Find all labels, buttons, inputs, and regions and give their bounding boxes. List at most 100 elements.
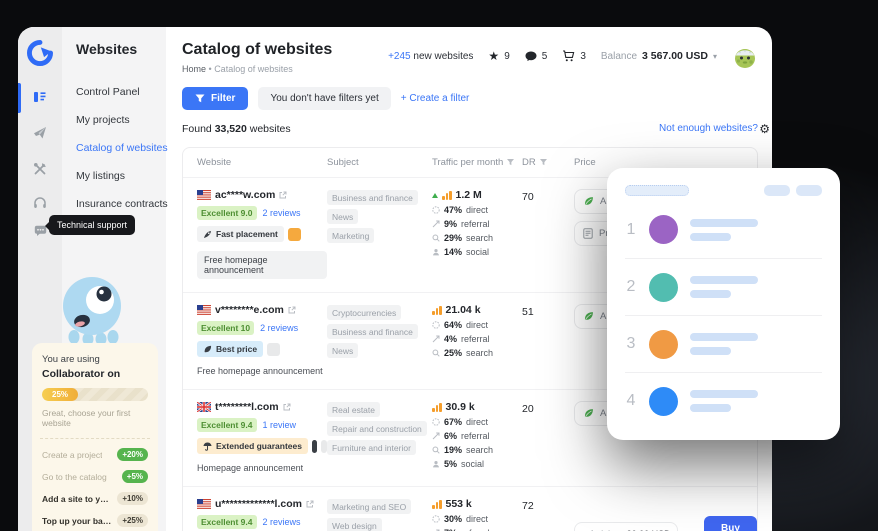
subject-tag: Cryptocurrencies: [327, 305, 402, 320]
control-panel-icon[interactable]: [28, 85, 52, 109]
dr-cell: 51: [522, 306, 534, 318]
reviews-link[interactable]: 2 reviews: [263, 517, 301, 527]
checklist-item[interactable]: Top up your balance in … +25%: [42, 514, 148, 527]
balance-label: Balance: [600, 50, 638, 62]
checklist-label: Create a project: [42, 449, 103, 460]
messages-counter[interactable]: 5: [525, 50, 548, 62]
reviews-link[interactable]: 2 reviews: [263, 208, 301, 218]
reviews-link[interactable]: 1 review: [263, 420, 297, 430]
search-traffic-icon: [432, 446, 440, 454]
feature-badge: Best price: [197, 341, 264, 357]
checklist-item[interactable]: Go to the catalog +5%: [42, 470, 148, 483]
traffic-stat: 9% referral: [432, 219, 522, 229]
subject-cell: Marketing and SEOWeb designInternet: [327, 498, 432, 531]
col-subject[interactable]: Subject: [327, 157, 432, 168]
announcement: Homepage announcement: [197, 463, 304, 473]
overlay-step: 2: [625, 258, 822, 315]
balance-dropdown[interactable]: Balance 3 567.00 USD ▾: [601, 50, 717, 62]
step-number: 2: [626, 278, 636, 295]
traffic-stat: 5% social: [432, 459, 522, 469]
reviews-link[interactable]: 2 reviews: [260, 323, 298, 333]
article-button[interactable]: Article+20.00 USD: [574, 521, 678, 531]
bar-chart-icon: [442, 190, 452, 200]
results-bar: Found 33,520 websites Not enough website…: [182, 123, 770, 137]
gear-icon[interactable]: ⚙: [759, 123, 770, 135]
breadcrumb-home[interactable]: Home: [182, 64, 206, 74]
external-link-icon: [279, 191, 287, 199]
dr-cell: 72: [522, 500, 534, 512]
col-price[interactable]: Price: [574, 157, 757, 168]
found-text: Found 33,520 websites: [182, 123, 291, 135]
best-price-icon: [204, 345, 212, 352]
step-color-dot: [649, 272, 678, 302]
sidebar-item-control-panel[interactable]: Control Panel: [76, 86, 160, 98]
step-skeleton-bars: [690, 276, 758, 298]
overlay-header: [625, 185, 822, 196]
cart-counter[interactable]: 3: [562, 50, 586, 62]
col-traffic[interactable]: Traffic per month: [432, 157, 522, 168]
traffic-cell: 1.2 M 47% direct 9% referral 29% search 14% soc…: [432, 189, 522, 279]
collaborator-logo[interactable]: [27, 40, 53, 66]
sidebar-item-catalog-of-websites[interactable]: Catalog of websites: [76, 142, 168, 154]
sidebar-item-my-projects[interactable]: My projects: [76, 114, 160, 126]
filter-button[interactable]: Filter: [182, 87, 249, 110]
overlay-step: 4: [625, 372, 822, 429]
col-website[interactable]: Website: [197, 157, 327, 168]
announcement: Free homepage announcement: [197, 251, 327, 279]
search-traffic-icon: [432, 234, 440, 242]
buy-now-button[interactable]: Buy now: [704, 516, 757, 531]
traffic-cell: 30.9 k 67% direct 6% referral 19% search 5% soc…: [432, 401, 522, 473]
col-dr[interactable]: DR: [522, 157, 574, 168]
sidebar-item-insurance-contracts[interactable]: Insurance contracts: [76, 198, 168, 210]
subject-tag: News: [327, 209, 359, 224]
messages-count: 5: [541, 50, 548, 62]
subject-tag: Furniture and interior: [327, 440, 416, 455]
overlay-step: 3: [625, 315, 822, 372]
bar-chart-icon: [432, 305, 442, 315]
cart-count: 3: [580, 50, 586, 62]
us-flag: [197, 190, 211, 200]
headphones-icon[interactable]: [28, 191, 52, 215]
table-row[interactable]: u*************l.com Excellent 9.4 2 revie…: [183, 486, 757, 531]
sidebar-item-my-listings[interactable]: My listings: [76, 170, 160, 182]
direct-traffic-icon: [432, 515, 440, 523]
traffic-stat: 4% referral: [432, 334, 522, 344]
checklist-bonus-badge: +5%: [121, 470, 148, 483]
checklist-bonus-badge: +20%: [117, 448, 148, 461]
avatar[interactable]: [732, 43, 758, 69]
create-filter-link[interactable]: + Create a filter: [401, 93, 470, 104]
article-feather-icon: [584, 409, 593, 417]
no-filters-pill: You don't have filters yet: [258, 87, 391, 110]
sidebar-title: Websites: [76, 41, 138, 57]
subject-cell: Business and finance News Marketing: [327, 189, 432, 279]
checklist-item[interactable]: Add a site to your cart +10%: [42, 492, 148, 505]
not-enough-link[interactable]: Not enough websites?: [659, 123, 758, 134]
cart-icon: [563, 50, 575, 62]
traffic-stat: 47% direct: [432, 205, 522, 215]
domain[interactable]: u*************l.com: [215, 498, 302, 510]
article-feather-icon: [584, 197, 593, 205]
domain[interactable]: ac****w.com: [215, 189, 275, 201]
checklist-label: Go to the catalog: [42, 471, 107, 482]
domain[interactable]: v********e.com: [215, 304, 284, 316]
sort-funnel-icon: [539, 159, 547, 166]
results-count: 33,520: [214, 123, 247, 135]
rating-badge: Excellent 9.0: [197, 206, 257, 220]
tools-icon[interactable]: [28, 157, 52, 181]
domain[interactable]: t********l.com: [215, 401, 279, 413]
skeleton-actions: [764, 185, 822, 196]
onboarding-checklist: Create a project +20% Go to the catalog …: [42, 448, 148, 531]
paper-plane-icon[interactable]: [28, 121, 52, 145]
subject-tag: Business and finance: [327, 324, 418, 339]
extra-chip-icon: [267, 342, 281, 356]
favorites-counter[interactable]: ★ 9: [488, 50, 509, 62]
overlay-steps: 1 2 3 4: [625, 201, 822, 429]
checklist-item[interactable]: Create a project +20%: [42, 448, 148, 461]
feature-badge: Fast placement: [197, 226, 284, 242]
step-color-dot: [649, 215, 678, 244]
step-color-dot: [649, 386, 678, 416]
website-cell: ac****w.com Excellent 9.0 2 reviews Fast …: [197, 189, 327, 279]
subject-cell: Cryptocurrencies Business and finance News: [327, 304, 432, 376]
balance-value: 3 567.00 USD: [642, 50, 708, 62]
divider: [40, 438, 150, 439]
